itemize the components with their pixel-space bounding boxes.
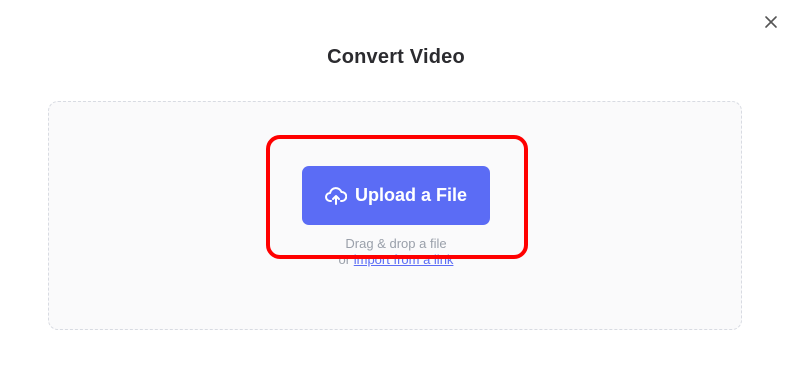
close-button[interactable] — [761, 12, 781, 32]
dialog-title: Convert Video — [327, 46, 465, 68]
highlight-box — [266, 135, 528, 259]
convert-video-dialog: Convert Video Upload a File Drag & drop … — [0, 0, 800, 378]
close-icon — [765, 16, 777, 28]
